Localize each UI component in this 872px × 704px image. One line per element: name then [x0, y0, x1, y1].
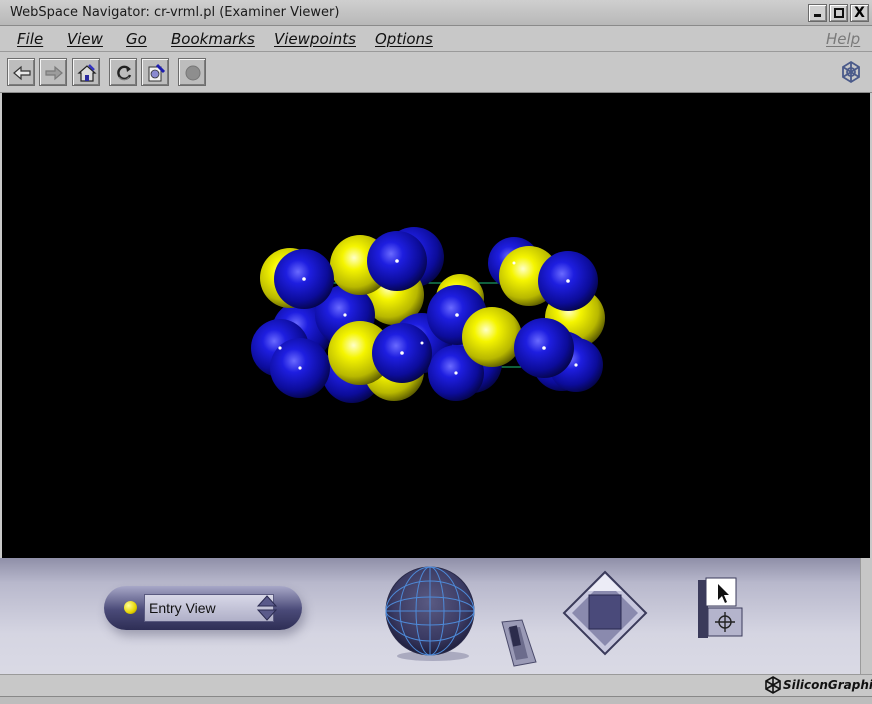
viewpoint-label: Entry View [149, 600, 216, 616]
menu-file[interactable]: File [17, 30, 43, 48]
close-icon: X [854, 5, 865, 21]
maximize-button[interactable] [829, 4, 848, 22]
deck-edge [860, 558, 872, 678]
forward-arrow-icon [45, 65, 63, 81]
toolbar [0, 53, 872, 93]
home-icon [77, 64, 97, 82]
title-bar: WebSpace Navigator: cr-vrml.pl (Examiner… [0, 0, 872, 26]
menu-go[interactable]: Go [126, 30, 147, 48]
status-bar [0, 674, 872, 696]
menu-options[interactable]: Options [375, 30, 433, 48]
forward-button[interactable] [39, 58, 67, 86]
menu-viewpoints[interactable]: Viewpoints [274, 30, 356, 48]
edit-button[interactable] [141, 58, 169, 86]
menu-bookmarks[interactable]: Bookmarks [171, 30, 255, 48]
home-button[interactable] [72, 58, 100, 86]
viewpoint-selector[interactable]: Entry View [104, 586, 302, 630]
menu-view[interactable]: View [67, 30, 103, 48]
molecule-model[interactable] [2, 93, 870, 558]
sgi-cube-icon[interactable] [837, 59, 865, 87]
edit-document-icon [148, 63, 166, 82]
viewpoint-stepper-icon[interactable] [256, 594, 278, 622]
dolly-slider-icon[interactable] [498, 618, 542, 670]
trackball-icon[interactable] [383, 564, 479, 662]
stop-button[interactable] [178, 58, 206, 86]
minimize-button[interactable] [808, 4, 827, 22]
menu-help[interactable]: Help [826, 30, 860, 48]
back-arrow-icon [13, 65, 31, 81]
window-title: WebSpace Navigator: cr-vrml.pl (Examiner… [10, 5, 340, 20]
brand-label: SiliconGraphics [783, 678, 872, 692]
window-bottom-border [0, 696, 872, 704]
reload-icon [117, 65, 132, 81]
sgi-logo-icon [765, 676, 781, 694]
menu-bar: File View Go Bookmarks Viewpoints Option… [0, 26, 872, 52]
stop-icon [185, 65, 201, 81]
pan-diamond-icon[interactable] [562, 570, 648, 656]
maximize-icon [834, 8, 844, 18]
scene-viewport[interactable] [2, 93, 870, 558]
tool-mode-selector [698, 577, 743, 638]
reload-button[interactable] [109, 58, 137, 86]
viewpoint-field[interactable]: Entry View [144, 594, 274, 622]
minimize-icon [814, 14, 821, 17]
close-button[interactable]: X [850, 4, 869, 22]
back-button[interactable] [7, 58, 35, 86]
viewpoint-indicator-icon [124, 601, 137, 614]
